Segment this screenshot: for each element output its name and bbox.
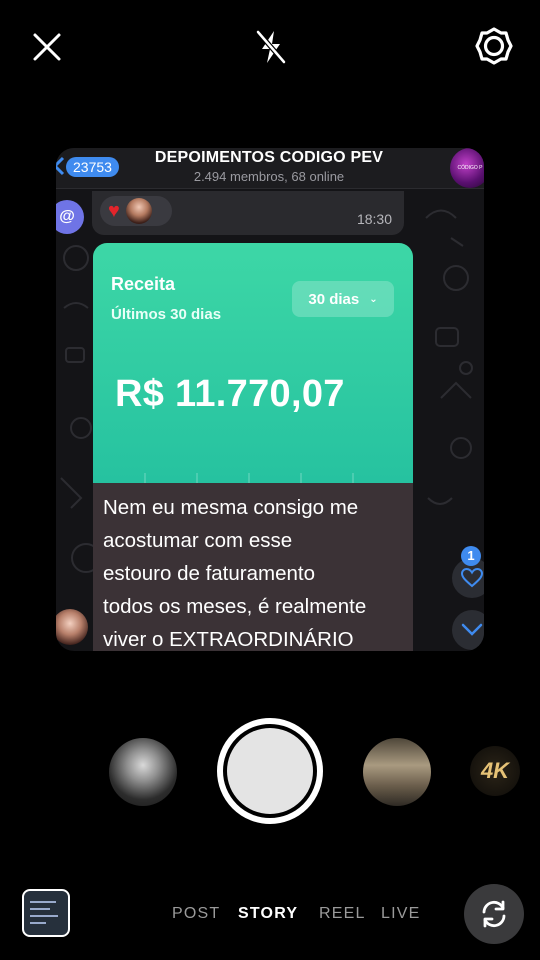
previous-message-bubble: ♥ 18:30 — [92, 191, 404, 235]
mode-post[interactable]: POST — [172, 905, 220, 923]
revenue-period: Últimos 30 dias — [111, 306, 222, 323]
caption-line: estouro de faturamento — [103, 562, 315, 585]
camera-mode-selector: POST STORY REEL LIVE — [0, 905, 540, 925]
chart-baseline — [144, 473, 354, 483]
period-select: 30 dias ⌄ — [292, 281, 394, 317]
unread-count-badge[interactable]: 23753 — [66, 157, 119, 177]
mode-live[interactable]: LIVE — [381, 905, 421, 923]
chat-member-count: 2.494 membros, 68 online — [193, 169, 345, 184]
recent-photo-avatar[interactable] — [109, 738, 177, 806]
gallery-preview-line — [30, 901, 56, 903]
chat-title: DEPOIMENTOS CODIGO PEV — [154, 149, 384, 166]
group-avatar[interactable]: CÓDIGO P — [450, 148, 484, 188]
flash-off-icon[interactable] — [246, 22, 296, 72]
mode-story[interactable]: STORY — [238, 905, 298, 923]
caption-line: Nem eu mesma consigo me — [103, 496, 359, 519]
chevron-down-icon: ⌄ — [369, 293, 378, 305]
revenue-screenshot: Receita Últimos 30 dias 30 dias ⌄ R$ 11.… — [93, 243, 413, 483]
effect-4k-thumbnail[interactable]: 4K — [470, 746, 520, 796]
back-chevron-icon[interactable] — [56, 156, 66, 176]
caption-line: todos os meses, é realmente — [103, 595, 367, 618]
close-icon[interactable] — [24, 24, 70, 70]
period-select-value: 30 dias — [308, 290, 360, 308]
caption-line: viver o EXTRAORDINÁRIO — [103, 628, 354, 651]
reactor-avatar — [125, 198, 152, 224]
flip-camera-icon[interactable] — [464, 884, 524, 944]
reaction-pill[interactable]: ♥ — [100, 196, 172, 226]
shutter-inner — [227, 728, 313, 814]
message-time: 18:30 — [356, 211, 392, 227]
gear-icon[interactable] — [468, 20, 520, 72]
message-caption: Nem eu mesma consigo me acostumar com es… — [93, 483, 413, 651]
caption-line: acostumar com esse — [103, 529, 293, 552]
mode-reel[interactable]: REEL — [319, 905, 366, 923]
camera-top-bar — [0, 0, 540, 96]
revenue-title: Receita — [111, 274, 176, 294]
shutter-button[interactable] — [217, 718, 323, 824]
heart-reaction-icon: ♥ — [108, 200, 120, 222]
reaction-count-badge: 1 — [461, 546, 481, 566]
effect-thumbnail[interactable] — [363, 738, 431, 806]
scroll-down-icon[interactable] — [452, 610, 484, 650]
chat-header: 23753 DEPOIMENTOS CODIGO PEV 2.494 membr… — [56, 148, 484, 189]
story-preview[interactable]: 23753 DEPOIMENTOS CODIGO PEV 2.494 membr… — [56, 148, 484, 651]
revenue-amount: R$ 11.770,07 — [115, 373, 345, 415]
